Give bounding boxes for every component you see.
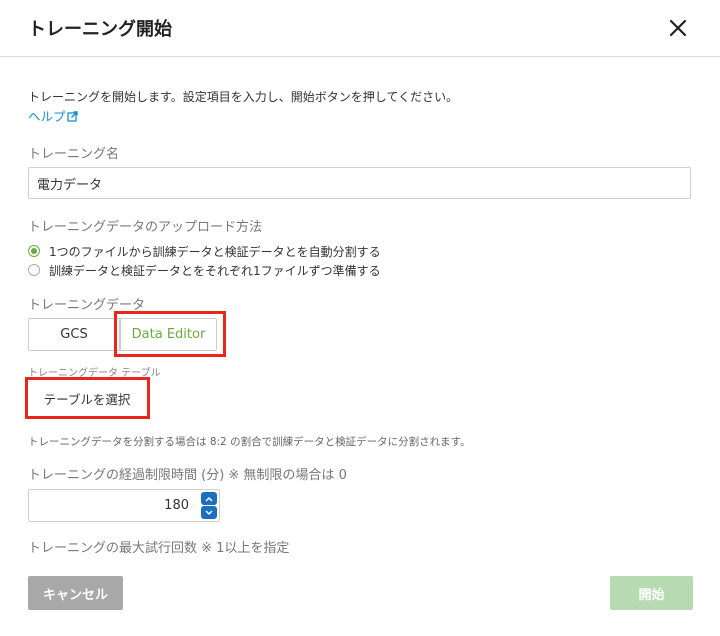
training-table-label: トレーニングデータ テーブル	[28, 368, 161, 379]
max-trials-label: トレーニングの最大試行回数 ※ 1以上を指定	[28, 541, 290, 556]
decrement-button[interactable]	[201, 506, 217, 519]
radio-checked-icon	[28, 245, 40, 257]
source-data-editor-button[interactable]: Data Editor	[120, 318, 217, 351]
chevron-down-icon	[205, 509, 213, 515]
time-limit-label: トレーニングの経過制限時間 (分) ※ 無制限の場合は 0	[28, 468, 347, 483]
training-data-label: トレーニングデータ	[28, 298, 146, 313]
source-gcs-button[interactable]: GCS	[28, 318, 120, 351]
chevron-up-icon	[205, 496, 213, 502]
upload-method-option-separate-files[interactable]: 訓練データと検証データとをそれぞれ1ファイルずつ準備する	[28, 262, 381, 278]
dialog-header: トレーニング開始	[0, 0, 720, 57]
upload-method-label: トレーニングデータのアップロード方法	[28, 220, 263, 235]
training-name-label: トレーニング名	[28, 147, 120, 162]
close-icon	[669, 19, 687, 37]
upload-method-option-label: 1つのファイルから訓練データと検証データとを自動分割する	[49, 244, 381, 259]
upload-method-option-label: 訓練データと検証データとをそれぞれ1ファイルずつ準備する	[49, 263, 381, 278]
time-limit-value: 180	[164, 498, 189, 513]
help-link[interactable]: ヘルプ	[28, 106, 78, 125]
training-start-dialog: トレーニング開始 トレーニングを開始します。設定項目を入力し、開始ボタンを押して…	[0, 0, 720, 636]
time-limit-input[interactable]: 180	[28, 489, 220, 522]
dialog-title: トレーニング開始	[28, 19, 172, 40]
help-link-label: ヘルプ	[28, 109, 66, 124]
intro-text: トレーニングを開始します。設定項目を入力し、開始ボタンを押してください。	[28, 90, 459, 104]
increment-button[interactable]	[201, 492, 217, 505]
training-name-input[interactable]	[28, 167, 691, 199]
cancel-button[interactable]: キャンセル	[28, 576, 123, 610]
split-ratio-note: トレーニングデータを分割する場合は 8:2 の割合で訓練データと検証データに分割…	[28, 436, 471, 448]
close-button[interactable]	[664, 14, 692, 42]
start-button[interactable]: 開始	[610, 576, 693, 610]
external-link-icon	[66, 111, 78, 122]
radio-unchecked-icon	[28, 264, 40, 276]
select-table-button[interactable]: テーブルを選択	[28, 381, 146, 415]
upload-method-option-auto-split[interactable]: 1つのファイルから訓練データと検証データとを自動分割する	[28, 243, 381, 259]
